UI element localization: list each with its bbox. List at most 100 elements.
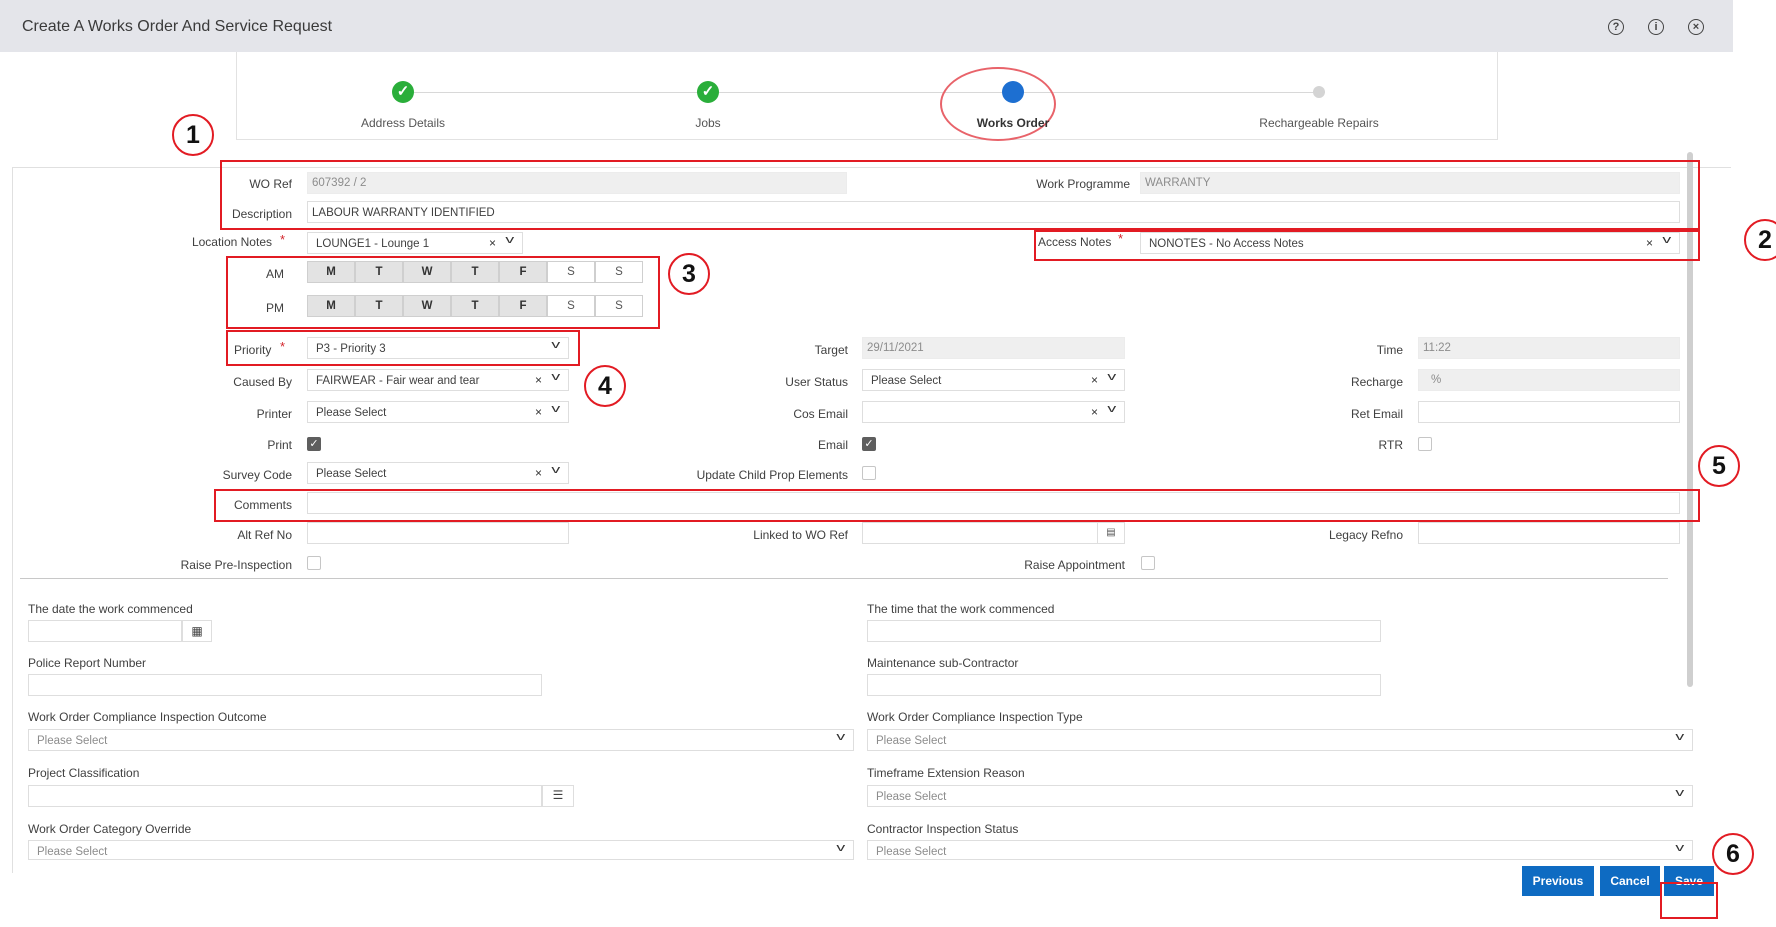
step-done-check-icon[interactable]: ✓ — [697, 81, 719, 103]
location-notes-value: LOUNGE1 - Lounge 1 — [316, 238, 430, 250]
chevron-down-icon[interactable]: v — [1675, 787, 1684, 799]
window-title: Create A Works Order And Service Request — [22, 18, 333, 35]
annotation-box-3 — [226, 256, 660, 329]
alt-ref-label: Alt Ref No — [237, 528, 292, 542]
linked-wo-ref-field[interactable]: ▤ — [862, 522, 1125, 544]
close-icon[interactable]: × — [1688, 19, 1704, 35]
time-commenced-field[interactable] — [867, 620, 1381, 642]
compliance-outcome-select[interactable]: Please Select v — [28, 729, 854, 751]
ret-email-label: Ret Email — [1350, 407, 1403, 421]
police-report-field[interactable] — [28, 674, 542, 696]
time-commenced-label: The time that the work commenced — [867, 602, 1055, 616]
date-commenced-label: The date the work commenced — [28, 602, 193, 616]
chevron-down-icon[interactable]: v — [836, 731, 845, 743]
legacy-refno-field[interactable] — [1418, 522, 1680, 544]
email-checkbox[interactable]: ✓ — [862, 437, 876, 451]
step-current-dot[interactable] — [1002, 81, 1024, 103]
recharge-label: Recharge — [1350, 375, 1403, 389]
contractor-inspection-value: Please Select — [876, 846, 947, 858]
chevron-down-icon[interactable]: v — [1675, 731, 1684, 743]
target-field: 29/11/2021 — [862, 337, 1125, 359]
lookup-icon[interactable]: ▤ — [1097, 523, 1124, 543]
raise-appointment-label: Raise Appointment — [1024, 558, 1125, 572]
chevron-down-icon[interactable]: v — [505, 234, 514, 246]
raise-pre-inspection-label: Raise Pre-Inspection — [180, 558, 292, 572]
chevron-down-icon[interactable]: v — [551, 403, 560, 415]
chevron-down-icon[interactable]: v — [551, 371, 560, 383]
step-upcoming-dot[interactable] — [1313, 86, 1325, 98]
caused-by-select[interactable]: FAIRWEAR - Fair wear and tear × v — [307, 369, 569, 391]
rtr-checkbox[interactable] — [1418, 437, 1432, 451]
annotation-box-6 — [1660, 882, 1718, 919]
annotation-number-1: 1 — [172, 114, 214, 156]
step-label-works-order[interactable]: Works Order — [923, 116, 1103, 130]
timeframe-extension-label: Timeframe Extension Reason — [867, 766, 1025, 780]
annotation-number-6: 6 — [1712, 833, 1754, 875]
project-classification-field[interactable] — [28, 785, 542, 807]
category-override-select[interactable]: Please Select v — [28, 840, 854, 860]
update-child-checkbox[interactable] — [862, 466, 876, 480]
chevron-down-icon[interactable]: v — [1107, 371, 1116, 383]
annotation-box-5 — [214, 489, 1700, 522]
compliance-type-label: Work Order Compliance Inspection Type — [867, 710, 1083, 724]
compliance-outcome-label: Work Order Compliance Inspection Outcome — [28, 710, 267, 724]
clear-icon[interactable]: × — [1091, 405, 1098, 419]
step-label-rechargeable-repairs[interactable]: Rechargeable Repairs — [1229, 116, 1409, 130]
legacy-refno-label: Legacy Refno — [1328, 528, 1403, 542]
recharge-field[interactable]: % — [1418, 369, 1680, 391]
category-override-label: Work Order Category Override — [28, 822, 192, 836]
maintenance-sub-field[interactable] — [867, 674, 1381, 696]
survey-code-select[interactable]: Please Select × v — [307, 462, 569, 484]
location-notes-select[interactable]: LOUNGE1 - Lounge 1 × v — [307, 232, 523, 254]
raise-pre-inspection-checkbox[interactable] — [307, 556, 321, 570]
compliance-type-select[interactable]: Please Select v — [867, 729, 1693, 751]
chevron-down-icon[interactable]: v — [1107, 403, 1116, 415]
user-status-label: User Status — [785, 375, 848, 389]
cancel-button[interactable]: Cancel — [1600, 866, 1660, 896]
clear-icon[interactable]: × — [489, 236, 496, 250]
clear-icon[interactable]: × — [535, 373, 542, 387]
compliance-type-value: Please Select — [876, 735, 947, 747]
list-icon[interactable]: ☰ — [542, 785, 574, 807]
calendar-icon[interactable]: ▦ — [182, 620, 212, 642]
contractor-inspection-select[interactable]: Please Select v — [867, 840, 1693, 860]
raise-appointment-checkbox[interactable] — [1141, 556, 1155, 570]
annotation-box-2 — [1034, 230, 1700, 261]
clear-icon[interactable]: × — [535, 405, 542, 419]
chevron-down-icon[interactable]: v — [836, 842, 845, 854]
contractor-inspection-label: Contractor Inspection Status — [867, 822, 1019, 836]
annotation-box-1 — [220, 160, 1700, 230]
previous-button[interactable]: Previous — [1522, 866, 1594, 896]
clear-icon[interactable]: × — [535, 466, 542, 480]
required-asterisk: * — [280, 232, 286, 247]
section-divider — [20, 578, 1668, 579]
police-report-label: Police Report Number — [28, 656, 147, 670]
target-label: Target — [814, 343, 848, 357]
info-icon[interactable]: i — [1648, 19, 1664, 35]
survey-code-label: Survey Code — [222, 468, 292, 482]
annotation-number-4: 4 — [584, 365, 626, 407]
caused-by-label: Caused By — [233, 375, 292, 389]
user-status-select[interactable]: Please Select × v — [862, 369, 1125, 391]
printer-select[interactable]: Please Select × v — [307, 401, 569, 423]
annotation-number-5: 5 — [1698, 445, 1740, 487]
question-icon[interactable]: ? — [1608, 19, 1624, 35]
cos-email-label: Cos Email — [793, 407, 848, 421]
print-checkbox[interactable]: ✓ — [307, 437, 321, 451]
annotation-box-4 — [226, 330, 580, 366]
step-done-check-icon[interactable]: ✓ — [392, 81, 414, 103]
ret-email-field[interactable] — [1418, 401, 1680, 423]
chevron-down-icon[interactable]: v — [551, 464, 560, 476]
email-label: Email — [817, 438, 848, 452]
cos-email-select[interactable]: × v — [862, 401, 1125, 423]
date-commenced-field[interactable] — [28, 620, 182, 642]
clear-icon[interactable]: × — [1091, 373, 1098, 387]
category-override-value: Please Select — [37, 846, 108, 858]
chevron-down-icon[interactable]: v — [1675, 842, 1684, 854]
timeframe-extension-select[interactable]: Please Select v — [867, 785, 1693, 807]
alt-ref-field[interactable] — [307, 522, 569, 544]
step-label-address-details[interactable]: Address Details — [313, 116, 493, 130]
step-label-jobs[interactable]: Jobs — [618, 116, 798, 130]
maintenance-sub-label: Maintenance sub-Contractor — [867, 656, 1019, 670]
rtr-label: RTR — [1378, 438, 1403, 452]
